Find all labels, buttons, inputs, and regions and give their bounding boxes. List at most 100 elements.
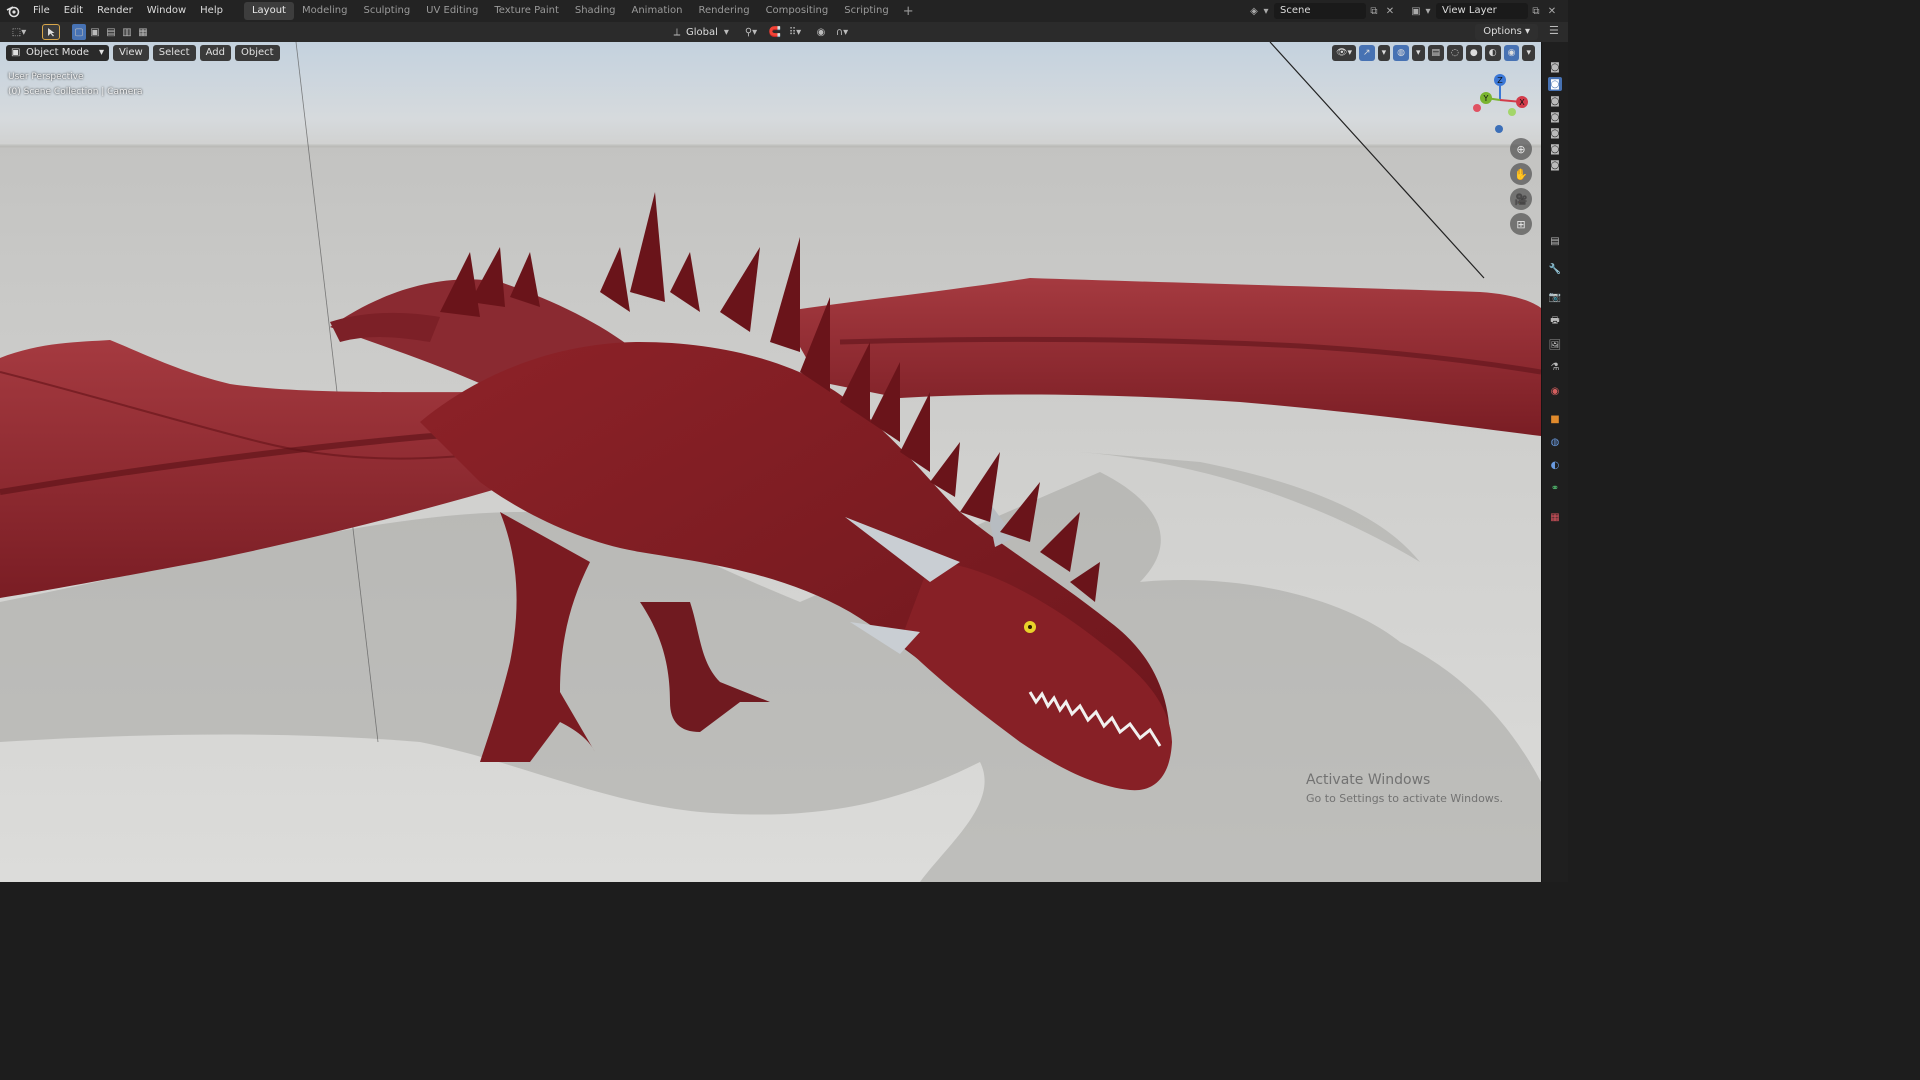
chevron-down-icon: ▾ [723,26,729,38]
constraint-properties-icon[interactable]: ⚭ [1548,481,1562,495]
camera-icon[interactable]: ◙ [1548,110,1562,124]
viewport-menu-object[interactable]: Object [234,45,280,61]
properties-sidebar: ◙ ◙ ◙ ◙ ◙ ◙ ◙ ▤ 🔧 📷 🖶 🖼 ⚗ ◉ ■ ◍ ◐ ⚭ ▦ [1541,42,1568,882]
camera-view-icon[interactable]: 🎥 [1510,188,1532,210]
camera-icon[interactable]: ◙ [1548,94,1562,108]
chevron-down-icon[interactable]: ▾ [1424,3,1432,19]
viewport-menu-add[interactable]: Add [199,45,231,61]
activate-windows-watermark: Activate Windows Go to Settings to activ… [1306,772,1503,805]
tab-texture-paint[interactable]: Texture Paint [486,2,567,20]
tab-animation[interactable]: Animation [624,2,691,20]
object-mode-icon: ▣ [11,47,21,58]
view-layer-properties-icon[interactable]: 🖼 [1548,338,1562,352]
gizmo-z-label: Z [1497,76,1503,85]
options-dropdown[interactable]: Options ▾ [1475,24,1538,40]
world-properties-icon[interactable]: ◉ [1548,384,1562,398]
watermark-subtitle: Go to Settings to activate Windows. [1306,792,1504,805]
tool-properties-icon[interactable]: 🔧 [1548,262,1562,276]
view-layer-field[interactable]: View Layer [1436,3,1528,19]
sidebar-toggle-icon[interactable]: ☰ [1549,24,1565,40]
solid-shading-icon[interactable]: ● [1465,45,1482,61]
tab-sculpting[interactable]: Sculpting [355,2,418,20]
tab-shading[interactable]: Shading [567,2,624,20]
3d-viewport[interactable]: ▣ Object Mode ▾ View Select Add Object U… [0,42,1541,882]
pan-hand-icon[interactable]: ✋ [1510,163,1532,185]
chevron-down-icon[interactable]: ▾ [1411,45,1425,61]
top-menu-bar: File Edit Render Window Help Layout Mode… [0,0,1568,22]
modifier-properties-icon[interactable]: ◍ [1548,435,1562,449]
falloff-icon[interactable]: ∩▾ [832,24,852,40]
transform-orientation-icon[interactable]: ⟂ [670,24,684,40]
viewport-menu-view[interactable]: View [113,45,149,61]
transform-orientation-dropdown[interactable]: Global ▾ [686,24,732,40]
object-mode-label: Object Mode [26,47,89,58]
viewport-render [0,42,1541,882]
select-tool-icon[interactable] [42,24,60,40]
tab-scripting[interactable]: Scripting [836,2,896,20]
view-layer-icon[interactable]: ▣ [1408,3,1424,19]
select-box-mode-icon[interactable]: ▢ [72,24,86,40]
chevron-down-icon[interactable]: ▾ [1262,3,1270,19]
tab-rendering[interactable]: Rendering [690,2,757,20]
xray-toggle-icon[interactable]: ▤ [1427,45,1445,61]
camera-icon[interactable]: ◙ [1548,77,1562,91]
gizmo-toggle-icon[interactable]: ↗ [1359,45,1375,61]
perspective-label: User Perspective [8,72,84,82]
scene-properties-icon[interactable]: ⚗ [1548,360,1562,374]
add-workspace-button[interactable]: + [897,4,920,19]
wireframe-shading-icon[interactable]: ◌ [1447,45,1463,61]
tab-modeling[interactable]: Modeling [294,2,356,20]
overlays-toggle-icon[interactable]: ◍ [1393,45,1409,61]
menu-render[interactable]: Render [90,0,140,22]
snap-toggle-icon[interactable]: 🧲 [768,24,782,40]
editor-type-icon[interactable]: ⬚▾ [8,24,30,40]
chevron-down-icon[interactable]: ▾ [1377,45,1391,61]
tab-layout[interactable]: Layout [243,2,294,20]
new-scene-icon[interactable]: ⧉ [1366,3,1382,19]
tab-compositing[interactable]: Compositing [758,2,837,20]
gizmo-y-label: Y [1483,94,1489,103]
pivot-point-icon[interactable]: ⚲▾ [740,24,762,40]
watermark-title: Activate Windows [1306,772,1431,788]
select-extend-icon[interactable]: ▣ [88,24,102,40]
object-mode-dropdown[interactable]: ▣ Object Mode ▾ [6,45,109,61]
scene-name-field[interactable]: Scene [1274,3,1366,19]
blender-logo-icon[interactable] [0,0,26,22]
snap-target-icon[interactable]: ⠿▾ [784,24,806,40]
menu-file[interactable]: File [26,0,57,22]
menu-help[interactable]: Help [193,0,230,22]
render-properties-icon[interactable]: 📷 [1548,290,1562,304]
transform-orientation-label: Global [686,26,718,38]
tab-uv-editing[interactable]: UV Editing [418,2,486,20]
proportional-edit-icon[interactable]: ◉ [814,24,828,40]
output-properties-icon[interactable]: 🖶 [1548,314,1562,328]
camera-icon[interactable]: ◙ [1548,142,1562,156]
editor-type-icon[interactable]: ▤ [1548,234,1562,248]
collection-label: (0) Scene Collection | Camera [8,87,143,97]
navigation-gizmo[interactable]: Z X Y [1470,72,1530,134]
texture-properties-icon[interactable]: ▦ [1548,510,1562,524]
camera-icon[interactable]: ◙ [1548,126,1562,140]
visibility-icon[interactable]: 👁▾ [1332,45,1357,61]
perspective-toggle-icon[interactable]: ⊞ [1510,213,1532,235]
gizmo-x-label: X [1519,98,1525,107]
viewport-menu-select[interactable]: Select [152,45,196,61]
select-subtract-icon[interactable]: ▤ [104,24,118,40]
object-properties-icon[interactable]: ■ [1548,412,1562,426]
rendered-shading-icon[interactable]: ◉ [1503,45,1520,61]
chevron-down-icon[interactable]: ▾ [1522,45,1535,61]
select-intersect-icon[interactable]: ▦ [136,24,150,40]
new-view-layer-icon[interactable]: ⧉ [1528,3,1544,19]
scene-icon[interactable]: ◈ [1246,3,1262,19]
select-invert-icon[interactable]: ▥ [120,24,134,40]
viewport-shading-header: 👁▾ ↗ ▾ ◍ ▾ ▤ ◌ ● ◐ ◉ ▾ [1332,45,1535,61]
camera-icon[interactable]: ◙ [1548,60,1562,74]
close-icon[interactable]: ✕ [1382,3,1398,19]
material-shading-icon[interactable]: ◐ [1484,45,1501,61]
close-icon[interactable]: ✕ [1544,3,1560,19]
menu-edit[interactable]: Edit [57,0,90,22]
menu-window[interactable]: Window [140,0,193,22]
zoom-icon[interactable]: ⊕ [1510,138,1532,160]
physics-properties-icon[interactable]: ◐ [1548,458,1562,472]
camera-icon[interactable]: ◙ [1548,158,1562,172]
